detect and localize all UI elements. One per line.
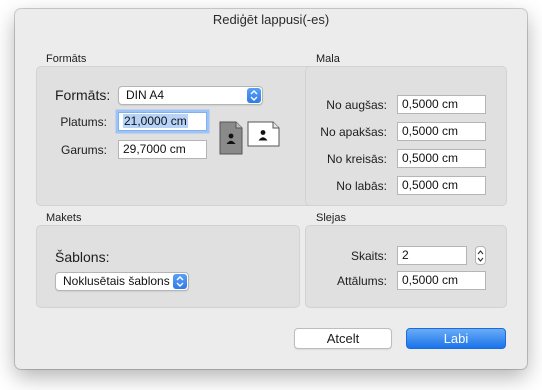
columns-section-title: Slejas (316, 212, 346, 224)
format-label: Formāts: (55, 87, 111, 103)
margin-bottom-field[interactable]: 0,5000 cm (397, 122, 486, 141)
paper-format-popup[interactable]: DIN A4 (118, 86, 263, 105)
portrait-orientation-icon[interactable] (219, 121, 243, 158)
layout-group-box (36, 225, 300, 308)
width-field[interactable]: 21,0000 cm (118, 112, 207, 131)
columns-count-field[interactable]: 2 (397, 246, 467, 265)
popup-chevron-icon (173, 274, 187, 289)
width-value: 21,0000 cm (123, 114, 188, 128)
height-field[interactable]: 29,7000 cm (118, 140, 207, 159)
columns-count-label: Skaits: (350, 249, 387, 263)
layout-section-title: Makets (46, 212, 82, 224)
margin-top-label: No augšas: (326, 98, 387, 112)
margin-left-field[interactable]: 0,5000 cm (397, 149, 486, 168)
template-value: Noklusētais šablons (63, 274, 170, 288)
margin-top-field[interactable]: 0,5000 cm (397, 95, 486, 114)
template-popup[interactable]: Noklusētais šablons (55, 272, 189, 291)
columns-spacing-field[interactable]: 0,5000 cm (397, 271, 486, 290)
ok-button[interactable]: Labi (406, 328, 506, 349)
edit-page-dialog: Rediģēt lappusi(-es) Formāts Formāts: DI… (15, 9, 527, 369)
paper-format-value: DIN A4 (126, 88, 165, 102)
margin-left-label: No kreisās: (326, 152, 387, 166)
columns-count-stepper[interactable] (475, 246, 486, 265)
landscape-orientation-icon[interactable] (247, 121, 280, 150)
columns-spacing-label: Attālums: (336, 274, 387, 288)
width-label: Platums: (60, 115, 107, 129)
dialog-title: Rediģēt lappusi(-es) (212, 12, 330, 27)
margin-section-title: Mala (316, 53, 340, 65)
popup-chevron-icon (247, 88, 261, 103)
height-label: Garums: (60, 143, 107, 157)
margin-right-field[interactable]: 0,5000 cm (397, 176, 486, 195)
margin-right-label: No labās: (336, 179, 387, 193)
columns-group-box (305, 225, 507, 308)
margin-bottom-label: No apakšas: (320, 125, 387, 139)
stepper-arrows-icon (477, 250, 484, 262)
template-label: Šablons: (55, 249, 110, 265)
cancel-button[interactable]: Atcelt (294, 328, 392, 349)
format-section-title: Formāts (46, 53, 87, 65)
